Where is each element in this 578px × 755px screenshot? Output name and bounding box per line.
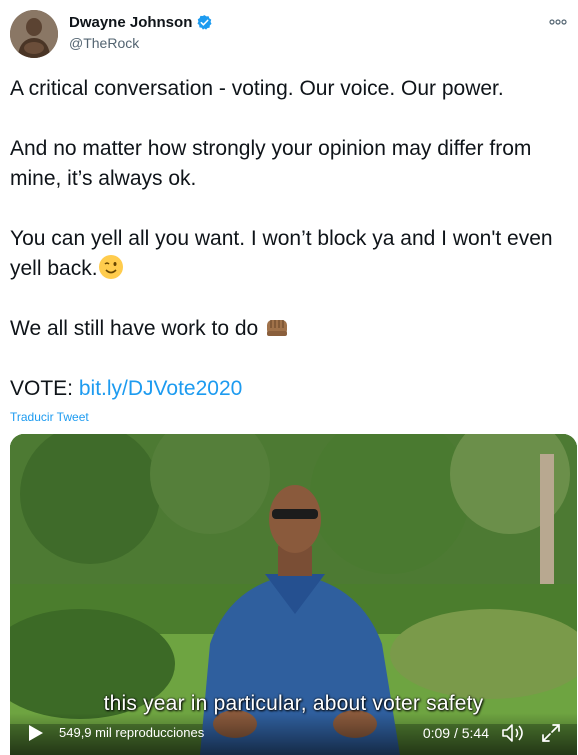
tweet-header: Dwayne Johnson @TheRock [0, 0, 578, 62]
tweet-line: VOTE: bit.ly/DJVote2020 [10, 374, 566, 404]
tweet-line: You can yell all you want. I won’t block… [10, 224, 566, 284]
display-name[interactable]: Dwayne Johnson [69, 14, 192, 31]
handle[interactable]: @TheRock [69, 35, 139, 51]
video-controls: 549,9 mil reproducciones 0:09 / 5:44 [10, 713, 577, 755]
winking-face-emoji-icon [98, 254, 124, 280]
play-icon[interactable] [28, 724, 44, 742]
tweet-line: We all still have work to do [10, 314, 566, 344]
fist-bump-emoji-icon [264, 314, 290, 340]
video-time: 0:09 / 5:44 [422, 725, 489, 741]
vote-link[interactable]: bit.ly/DJVote2020 [79, 377, 242, 400]
volume-icon[interactable] [501, 722, 525, 744]
fullscreen-icon[interactable] [541, 723, 561, 743]
translate-tweet-link[interactable]: Traducir Tweet [10, 410, 89, 424]
tweet-line: A critical conversation - voting. Our vo… [10, 77, 504, 100]
view-count: 549,9 mil reproducciones [59, 725, 205, 740]
tweet-text: A critical conversation - voting. Our vo… [10, 74, 566, 404]
tweet-line-text: You can yell all you want. I won’t block… [10, 227, 553, 280]
verified-badge-icon [196, 14, 213, 31]
tweet-line: And no matter how strongly your opinion … [10, 137, 532, 190]
tweet-line-text: We all still have work to do [10, 317, 259, 340]
avatar[interactable] [10, 10, 58, 58]
video-player[interactable]: this year in particular, about voter saf… [10, 434, 577, 755]
vote-label: VOTE: [10, 377, 74, 400]
more-options-icon[interactable] [548, 14, 568, 28]
